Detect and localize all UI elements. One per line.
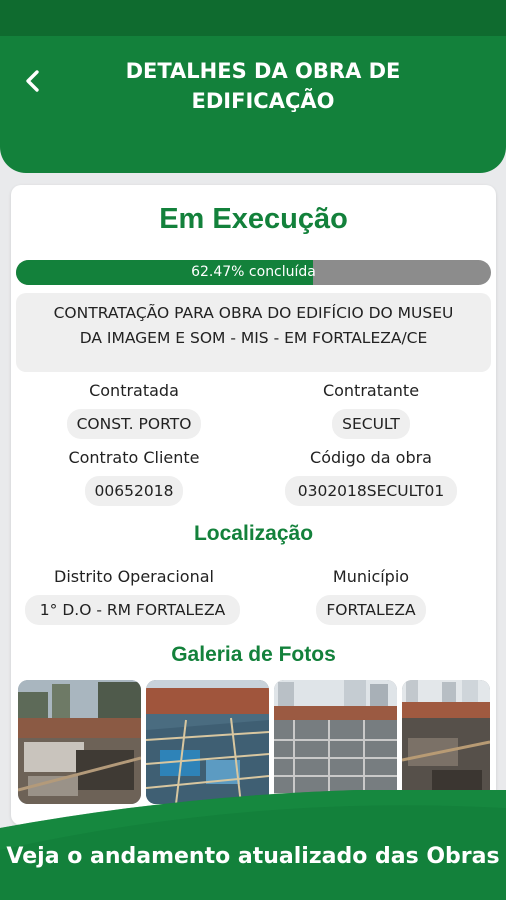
- distrito-label: Distrito Operacional: [54, 567, 214, 586]
- localizacao-title: Localização: [193, 522, 314, 545]
- page-title-line2: EDIFICAÇÃO: [191, 89, 335, 113]
- chevron-left-icon[interactable]: [18, 66, 48, 96]
- work-description: CONTRATAÇÃO PARA OBRA DO EDIFÍCIO DO MUS…: [16, 293, 491, 372]
- gallery-photo-2[interactable]: [146, 680, 269, 804]
- description-line2: DA IMAGEM E SOM - MIS - EM FORTALEZA/CE: [79, 329, 428, 347]
- codigo-label: Código da obra: [310, 448, 432, 467]
- description-line1: CONTRATAÇÃO PARA OBRA DO EDIFÍCIO DO MUS…: [53, 304, 454, 322]
- photo-gallery: [18, 680, 490, 804]
- page-title: DETALHES DA OBRA DE EDIFICAÇÃO: [60, 56, 466, 116]
- codigo-value: 0302018SECULT01: [285, 476, 457, 506]
- contratante-value: SECULT: [332, 409, 410, 439]
- municipio-label: Município: [332, 567, 410, 586]
- status-title: Em Execução: [159, 203, 348, 235]
- contratante-label: Contratante: [322, 381, 420, 400]
- gallery-photo-3[interactable]: [274, 680, 397, 804]
- galeria-title: Galeria de Fotos: [171, 643, 336, 666]
- status-bar: [0, 0, 506, 36]
- contratada-label: Contratada: [89, 381, 179, 400]
- contrato-label: Contrato Cliente: [68, 448, 200, 467]
- footer-text: Veja o andamento atualizado das Obras: [6, 844, 500, 869]
- distrito-value: 1° D.O - RM FORTALEZA: [25, 595, 240, 625]
- contratada-value: CONST. PORTO: [67, 409, 201, 439]
- municipio-value: FORTALEZA: [316, 595, 426, 625]
- details-card: Em Execução 62.47% concluída CONTRATAÇÃO…: [11, 185, 496, 825]
- progress-label: 62.47% concluída: [191, 264, 316, 280]
- page-title-line1: DETALHES DA OBRA DE: [125, 59, 401, 83]
- contrato-value: 00652018: [85, 476, 183, 506]
- gallery-photo-1[interactable]: [18, 680, 141, 804]
- progress-bar: 62.47% concluída: [16, 260, 491, 285]
- gallery-photo-4[interactable]: [402, 680, 490, 804]
